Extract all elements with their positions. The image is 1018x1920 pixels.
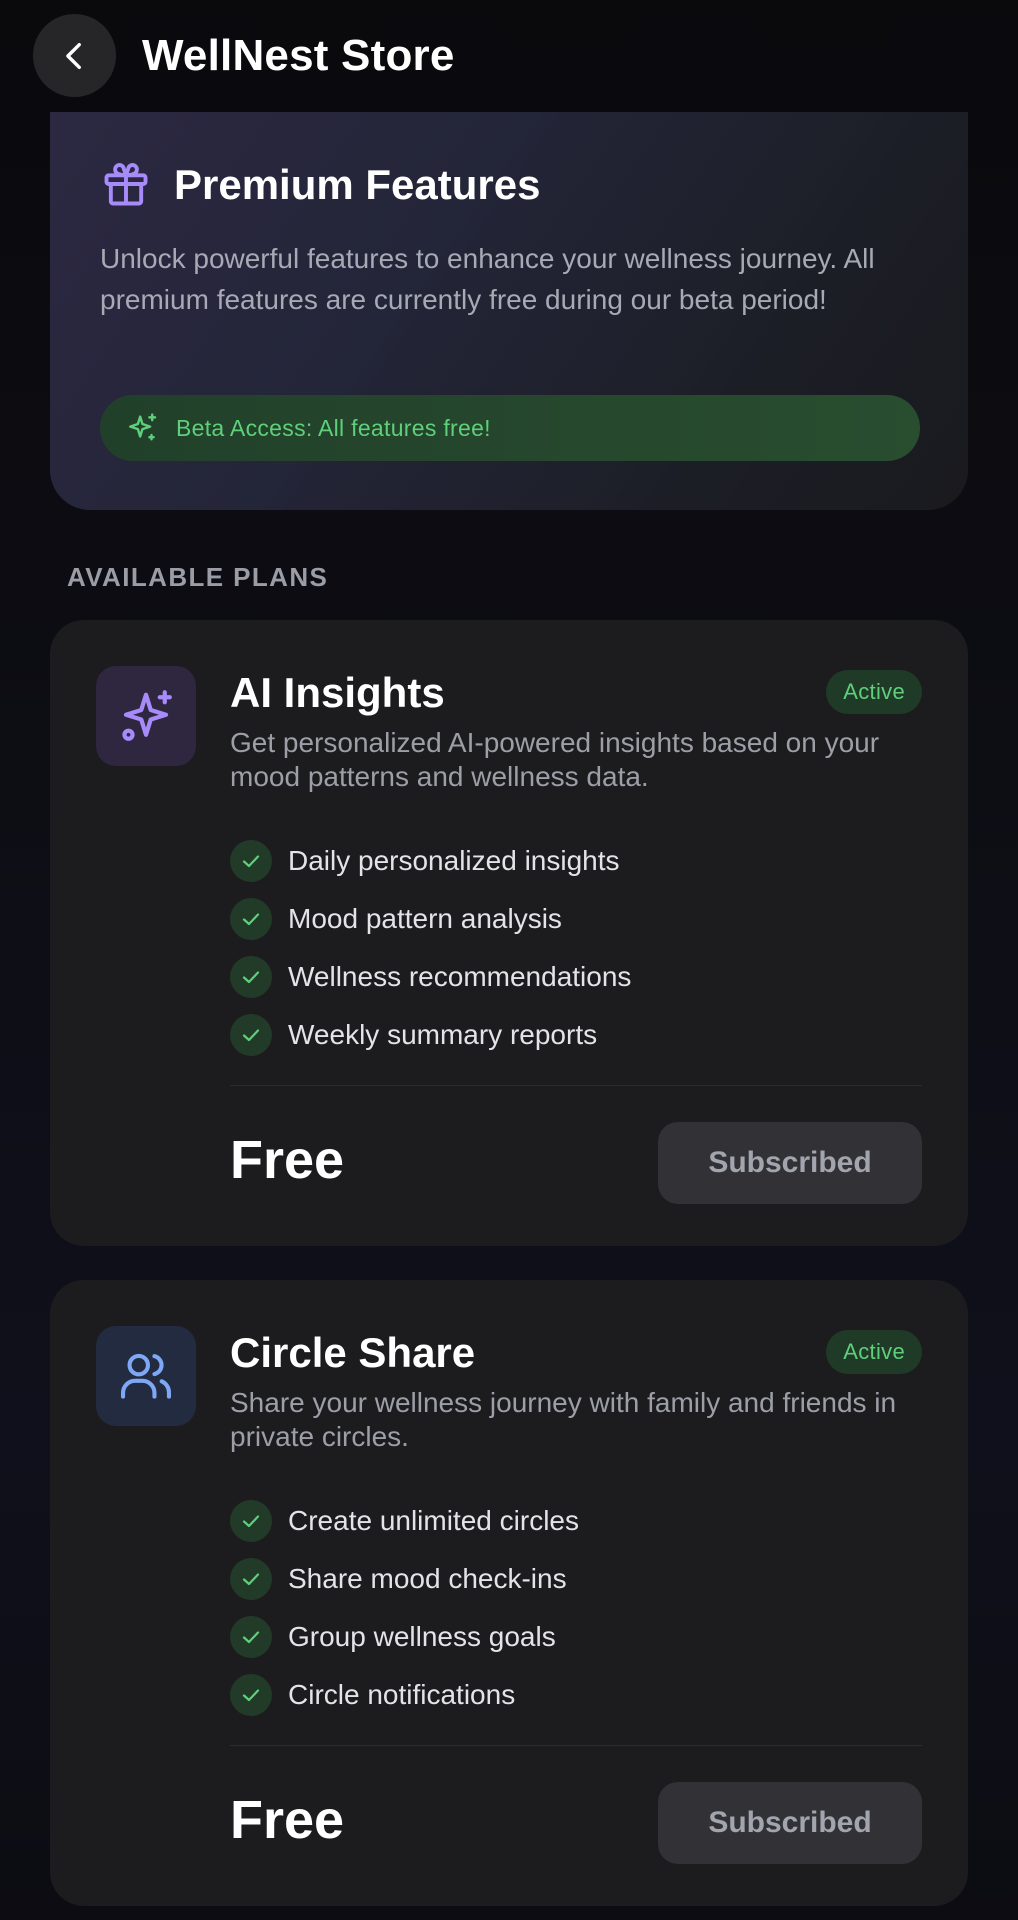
check-icon <box>230 1500 272 1542</box>
feature-item: Daily personalized insights <box>230 832 920 890</box>
chevron-left-icon <box>65 42 81 69</box>
feature-item: Create unlimited circles <box>230 1492 920 1550</box>
feature-item: Wellness recommendations <box>230 948 920 1006</box>
users-icon <box>120 1353 172 1399</box>
sparkles-icon <box>122 690 172 741</box>
feature-label: Share mood check-ins <box>288 1563 567 1594</box>
back-button[interactable] <box>33 14 116 97</box>
banner-description: Unlock powerful features to enhance your… <box>100 243 875 315</box>
plan-title: AI Insights <box>230 669 445 716</box>
feature-item: Weekly summary reports <box>230 1006 920 1064</box>
plan-price: Free <box>230 1130 345 1190</box>
premium-features-banner: Premium Features Unlock powerful feature… <box>50 112 968 510</box>
feature-list: Daily personalized insights Mood pattern… <box>230 832 920 1064</box>
divider <box>230 1745 922 1746</box>
check-icon <box>230 1674 272 1716</box>
plan-description: Get personalized AI-powered insights bas… <box>230 727 880 792</box>
check-icon <box>230 956 272 998</box>
plan-card-ai-insights: AI Insights Active Get personalized AI-p… <box>50 620 968 1246</box>
plan-icon-tile <box>96 666 196 766</box>
feature-label: Weekly summary reports <box>288 1019 598 1050</box>
plan-description: Share your wellness journey with family … <box>230 1387 897 1452</box>
beta-access-pill: Beta Access: All features free! <box>100 395 920 461</box>
feature-item: Share mood check-ins <box>230 1550 920 1608</box>
feature-label: Group wellness goals <box>288 1621 556 1652</box>
feature-label: Daily personalized insights <box>288 845 620 876</box>
sparkles-icon <box>129 413 157 441</box>
check-icon <box>230 1558 272 1600</box>
subscribed-button[interactable]: Subscribed <box>658 1122 922 1204</box>
page-title: WellNest Store <box>142 31 455 80</box>
feature-item: Mood pattern analysis <box>230 890 920 948</box>
check-icon <box>230 840 272 882</box>
header: WellNest Store <box>0 0 1018 112</box>
plan-price: Free <box>230 1790 345 1850</box>
beta-access-text: Beta Access: All features free! <box>176 414 491 441</box>
banner-title: Premium Features <box>174 161 541 208</box>
gift-icon <box>104 163 148 206</box>
feature-label: Wellness recommendations <box>288 961 632 992</box>
status-badge: Active <box>826 670 922 714</box>
status-badge: Active <box>826 1330 922 1374</box>
feature-label: Mood pattern analysis <box>288 903 562 934</box>
check-icon <box>230 898 272 940</box>
plan-icon-tile <box>96 1326 196 1426</box>
check-icon <box>230 1014 272 1056</box>
feature-item: Circle notifications <box>230 1666 920 1724</box>
feature-item: Group wellness goals <box>230 1608 920 1666</box>
feature-label: Circle notifications <box>288 1679 516 1710</box>
check-icon <box>230 1616 272 1658</box>
plan-card-circle-share: Circle Share Active Share your wellness … <box>50 1280 968 1906</box>
plan-title: Circle Share <box>230 1329 476 1376</box>
feature-list: Create unlimited circles Share mood chec… <box>230 1492 920 1724</box>
section-heading: AVAILABLE PLANS <box>67 562 329 592</box>
feature-label: Create unlimited circles <box>288 1505 579 1536</box>
subscribed-button[interactable]: Subscribed <box>658 1782 922 1864</box>
divider <box>230 1085 922 1086</box>
